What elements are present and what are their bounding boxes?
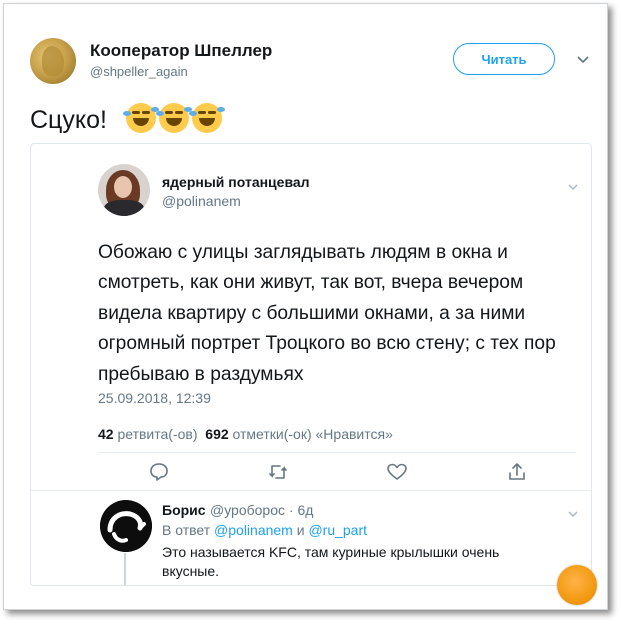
thread-line <box>124 553 126 585</box>
chevron-down-icon[interactable] <box>567 178 579 194</box>
retweets-label[interactable]: ретвита(-ов) <box>117 426 197 442</box>
quoted-text: Обожаю с улицы заглядывать людям в окна … <box>98 242 556 385</box>
quoted-name[interactable]: ядерный потанцевал <box>162 174 310 190</box>
likes-count[interactable]: 692 <box>205 426 228 442</box>
laughing-emoji-icon <box>122 103 156 133</box>
chevron-down-icon[interactable] <box>576 52 590 68</box>
divider <box>98 452 576 453</box>
share-icon[interactable] <box>506 461 528 483</box>
chevron-down-icon[interactable] <box>567 505 579 521</box>
reply-to-line: В ответ @polinanem и @ru_part <box>162 522 367 538</box>
reply-avatar[interactable] <box>100 500 152 552</box>
tweet-text: Сцуко! <box>30 103 222 135</box>
reply-name[interactable]: Борис <box>162 502 206 518</box>
like-icon[interactable] <box>386 461 408 483</box>
reply-conj: и <box>296 522 305 538</box>
watermark-logo <box>557 565 597 605</box>
laughing-emoji-icon <box>155 103 189 133</box>
tweet-stats: 42 ретвита(-ов) 692 отметки(-ок) «Нравит… <box>98 426 393 442</box>
author-name[interactable]: Кооператор Шпеллер <box>90 41 272 61</box>
mention-link[interactable]: @ru_part <box>308 522 367 538</box>
reply-icon[interactable] <box>148 461 170 483</box>
reply-handle-time[interactable]: @уроборос · 6д <box>210 502 313 518</box>
retweet-icon[interactable] <box>267 461 289 483</box>
quoted-date[interactable]: 25.09.2018, 12:39 <box>98 390 211 406</box>
laughing-emoji-icon <box>188 103 222 133</box>
reply-text: Это называется KFC, там куриные крылышки… <box>162 544 500 579</box>
mention-link[interactable]: @polinanem <box>214 522 293 538</box>
quoted-handle[interactable]: @polinanem <box>162 193 241 209</box>
author-handle[interactable]: @shpeller_again <box>90 64 188 79</box>
quoted-avatar[interactable] <box>98 164 150 216</box>
follow-button[interactable]: Читать <box>453 43 555 75</box>
reply-prefix: В ответ <box>162 522 211 538</box>
tweet-text-content: Сцуко! <box>30 106 107 134</box>
likes-label[interactable]: отметки(-ок) «Нравится» <box>233 426 393 442</box>
author-avatar[interactable] <box>30 38 76 84</box>
retweets-count[interactable]: 42 <box>98 426 114 442</box>
divider <box>31 490 591 491</box>
